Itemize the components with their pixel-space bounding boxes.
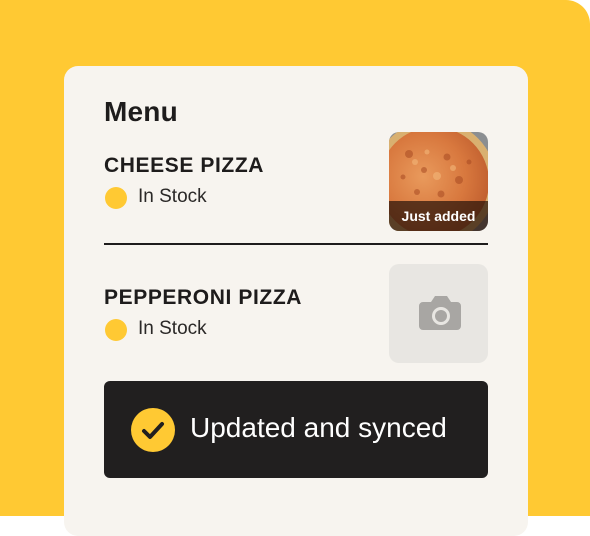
status-dot-icon xyxy=(105,187,127,209)
status-dot-icon xyxy=(105,319,127,341)
toast-message: Updated and synced xyxy=(190,412,447,443)
menu-item-name[interactable]: CHEESE PIZZA xyxy=(104,154,264,178)
page-title: Menu xyxy=(104,96,178,127)
status-label: In Stock xyxy=(138,186,207,207)
status-label: In Stock xyxy=(138,318,207,339)
sync-toast: Updated and synced xyxy=(104,381,488,478)
item-divider xyxy=(104,243,488,245)
menu-item-name[interactable]: PEPPERONI PIZZA xyxy=(104,286,302,310)
camera-icon xyxy=(419,296,461,330)
just-added-badge: Just added xyxy=(389,201,488,231)
check-circle-icon xyxy=(131,408,175,452)
item-photo[interactable]: Just added xyxy=(389,132,488,231)
add-photo-button[interactable] xyxy=(389,264,488,363)
